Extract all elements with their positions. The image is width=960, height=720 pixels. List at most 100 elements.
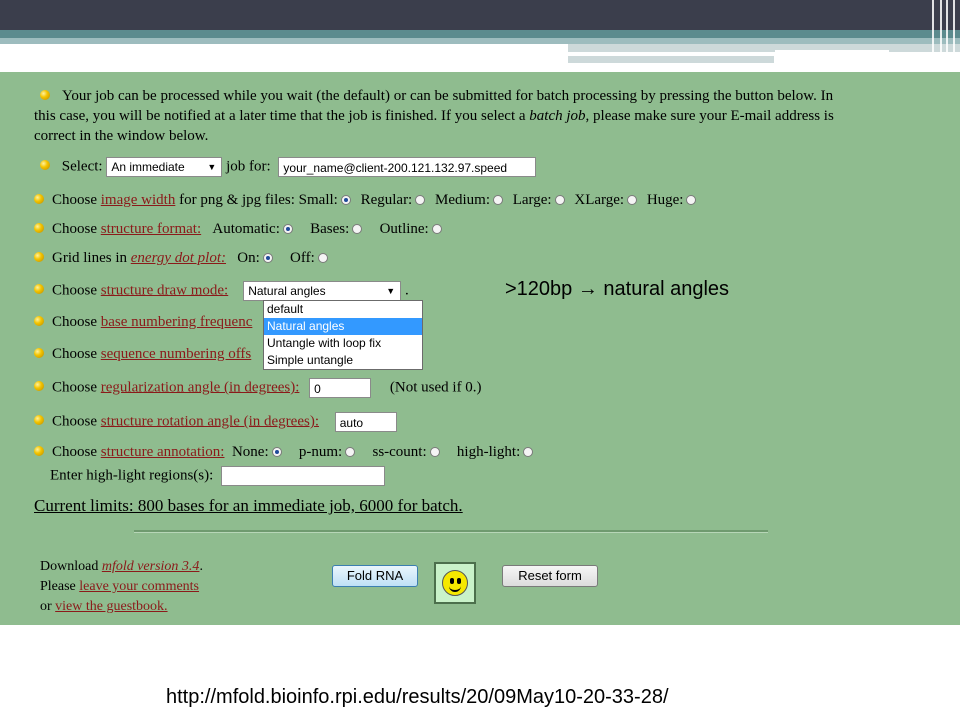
slide-accent-line (775, 50, 889, 53)
radio-medium[interactable] (492, 194, 503, 205)
slide-vertical-line (940, 0, 942, 64)
choose-label: Choose (52, 282, 97, 299)
highlight-label: Enter high-light regions(s): (50, 467, 214, 484)
bullet-icon (34, 193, 44, 204)
reset-form-button[interactable]: Reset form (502, 565, 598, 587)
dropdown-option-natural-angles[interactable]: Natural angles (264, 318, 422, 335)
job-type-select[interactable]: An immediate ▼ (106, 157, 223, 177)
structure-format-link[interactable]: structure format: (101, 221, 201, 237)
radio-huge[interactable] (686, 194, 697, 205)
fold-rna-button[interactable]: Fold RNA (332, 565, 418, 587)
radio-label-ss-count: ss-count: (372, 444, 427, 460)
bullet-icon (40, 160, 50, 170)
image-width-suffix: for png & jpg files: (179, 192, 295, 208)
source-url: http://mfold.bioinfo.rpi.edu/results/20/… (166, 686, 669, 708)
base-numbering-link[interactable]: base numbering frequenc (101, 314, 253, 330)
radio-label-off: Off: (290, 250, 315, 266)
annotation-link[interactable]: structure annotation: (101, 444, 225, 460)
radio-automatic[interactable] (282, 223, 293, 234)
highlight-row: Enter high-light regions(s): (50, 466, 386, 486)
smiley-icon (442, 570, 468, 596)
image-width-link[interactable]: image width (101, 192, 176, 208)
radio-off[interactable] (317, 252, 328, 263)
bullet-icon (34, 445, 44, 456)
rotation-input[interactable]: auto (334, 412, 397, 432)
batch-job-text: batch job (529, 108, 586, 124)
radio-xlarge[interactable] (627, 194, 638, 205)
bullet-icon (34, 222, 44, 233)
period-text: . (199, 559, 203, 574)
bullet-icon (40, 89, 50, 100)
radio-label-medium: Medium: (434, 192, 490, 208)
current-limits: Current limits: 800 bases for an immedia… (34, 496, 463, 515)
slide-vertical-line (953, 0, 955, 64)
regularization-input[interactable]: 0 (309, 378, 372, 398)
radio-label-on: On: (237, 250, 260, 266)
dropdown-option-simple-untangle[interactable]: Simple untangle (264, 352, 422, 369)
regularization-row: Choose regularization angle (in degrees)… (34, 378, 482, 398)
radio-outline[interactable] (431, 223, 442, 234)
job-type-value: An immediate (111, 160, 185, 174)
smiley-mouth (449, 583, 461, 592)
bullet-icon (34, 347, 44, 358)
choose-label: Choose (52, 346, 97, 362)
guestbook-link[interactable]: view the guestbook. (55, 599, 167, 614)
draw-mode-row: Choose structure draw mode: Natural angl… (34, 281, 409, 301)
radio-label-small: Small: (298, 192, 338, 208)
choose-label: Choose (52, 444, 97, 460)
draw-mode-dropdown[interactable]: default Natural angles Untangle with loo… (263, 300, 423, 370)
regularization-note: (Not used if 0.) (389, 379, 482, 396)
radio-label-none: None: (231, 444, 269, 460)
radio-large[interactable] (554, 194, 565, 205)
radio-none[interactable] (271, 446, 282, 457)
slide-vertical-line (932, 0, 934, 64)
base-numbering-row: Choose base numbering frequenc (34, 313, 252, 331)
please-text: Please (40, 579, 76, 594)
footer-links: Download mfold version 3.4. Please leave… (40, 557, 203, 617)
rotation-row: Choose structure rotation angle (in degr… (34, 412, 397, 432)
radio-label-bases: Bases: (310, 221, 350, 237)
choose-label: Choose (52, 221, 97, 237)
radio-regular[interactable] (415, 194, 426, 205)
image-width-row: Choose image width for png & jpg files: … (34, 191, 702, 209)
radio-high-light[interactable] (523, 446, 534, 457)
radio-bases[interactable] (352, 223, 363, 234)
bullet-icon (34, 415, 44, 425)
radio-label-huge: Huge: (646, 192, 684, 208)
leave-comments-link[interactable]: leave your comments (79, 579, 199, 594)
radio-label-p-num: p-num: (298, 444, 343, 460)
radio-label-regular: Regular: (360, 192, 413, 208)
slide-vertical-line (946, 0, 948, 64)
dropdown-option-untangle-loop-fix[interactable]: Untangle with loop fix (264, 335, 422, 352)
radio-label-outline: Outline: (379, 221, 429, 237)
draw-mode-select[interactable]: Natural angles ▼ (243, 281, 402, 301)
smiley-button[interactable] (434, 562, 476, 604)
annotation-row: Choose structure annotation: None: p-num… (34, 443, 539, 461)
rotation-link[interactable]: structure rotation angle (in degrees): (101, 413, 319, 429)
radio-label-automatic: Automatic: (212, 221, 280, 237)
period-text: . (404, 282, 409, 299)
intro-paragraph: Your job can be processed while you wait… (34, 86, 854, 146)
bullet-icon (34, 251, 44, 262)
download-text: Download (40, 559, 99, 574)
draw-mode-link[interactable]: structure draw mode: (101, 282, 228, 298)
highlight-input[interactable] (221, 466, 386, 486)
regularization-link[interactable]: regularization angle (in degrees): (101, 379, 300, 395)
radio-p-num[interactable] (345, 446, 356, 457)
or-text: or (40, 599, 52, 614)
email-field[interactable]: your_name@client-200.121.132.97.speed (278, 157, 537, 177)
slide-header-bar (0, 0, 960, 30)
radio-small[interactable] (340, 194, 351, 205)
energy-dot-plot-link[interactable]: energy dot plot: (131, 250, 226, 266)
structure-format-row: Choose structure format: Automatic: Base… (34, 220, 448, 238)
choose-label: Choose (52, 192, 97, 208)
mfold-version-link[interactable]: mfold version 3.4 (102, 559, 200, 574)
sequence-numbering-link[interactable]: sequence numbering offs (101, 346, 252, 362)
grid-lines-label: Grid lines in (52, 250, 127, 266)
slide-accent-strip (568, 44, 960, 52)
chevron-down-icon: ▼ (386, 286, 396, 296)
radio-label-large: Large: (512, 192, 552, 208)
dropdown-option-default[interactable]: default (264, 301, 422, 318)
radio-on[interactable] (262, 252, 273, 263)
radio-ss-count[interactable] (429, 446, 440, 457)
